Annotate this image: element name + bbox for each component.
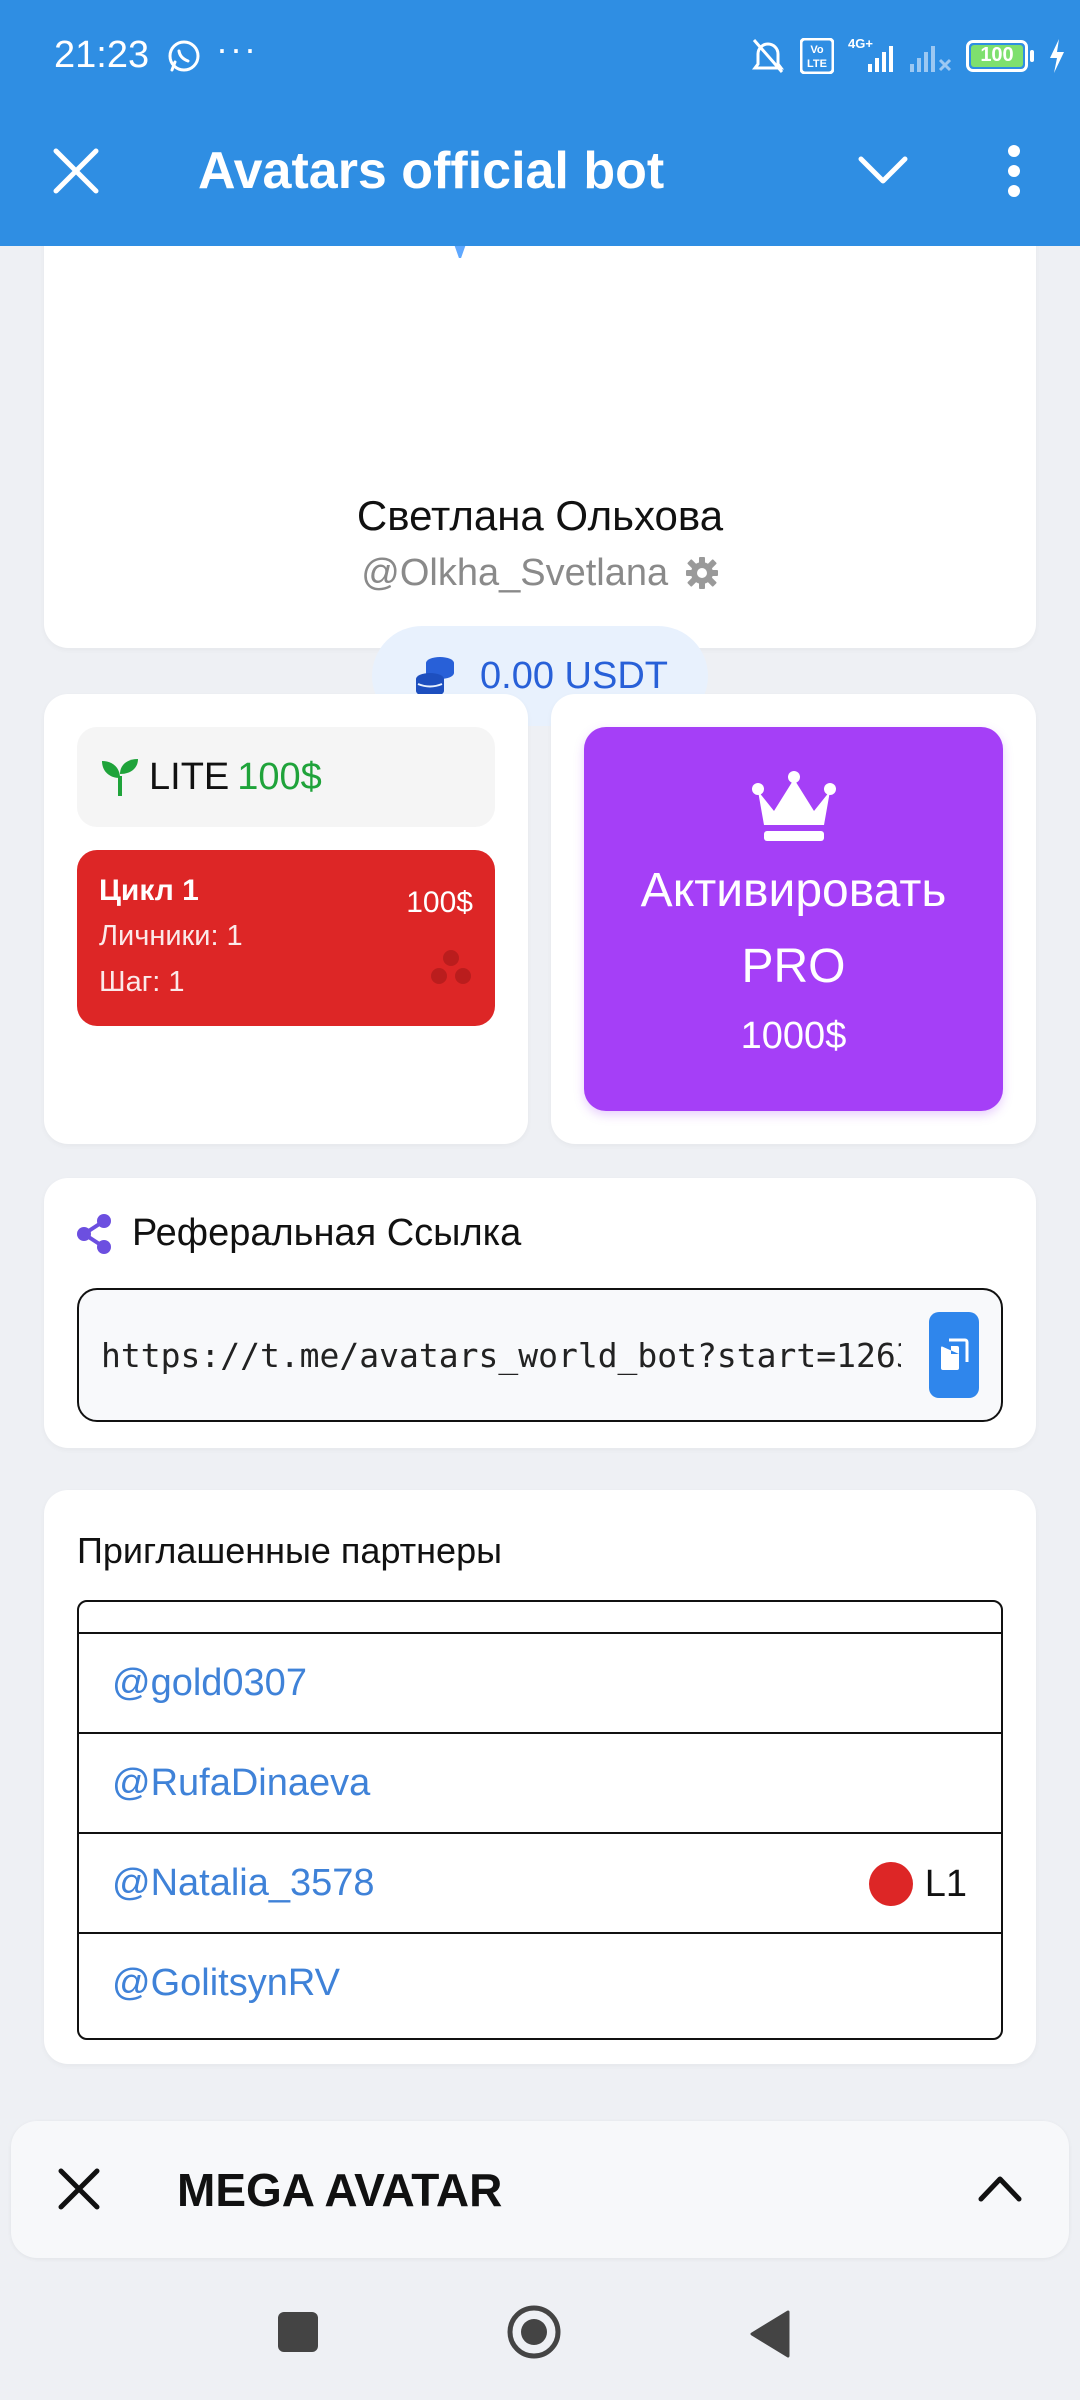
chevron-down-icon[interactable] bbox=[855, 149, 911, 193]
partners-card: Приглашенные партнеры @gold0307 @RufaDin… bbox=[44, 1490, 1036, 2064]
gear-icon[interactable] bbox=[685, 556, 719, 590]
cycle-step: Шаг: 1 bbox=[99, 966, 185, 998]
svg-text:LTE: LTE bbox=[807, 58, 827, 70]
lite-price: 100$ bbox=[237, 755, 322, 798]
battery-level: 100 bbox=[980, 44, 1014, 66]
partners-list[interactable]: @gold0307 @RufaDinaeva @Natalia_3578 L1 … bbox=[77, 1600, 1003, 2040]
whatsapp-icon bbox=[168, 40, 200, 72]
battery-tip bbox=[1030, 50, 1034, 62]
more-vert-icon[interactable] bbox=[1000, 143, 1028, 199]
table-row[interactable]: @RufaDinaeva bbox=[79, 1732, 1001, 1832]
pro-title-line1: Активировать bbox=[640, 864, 947, 917]
referral-link-field[interactable]: https://t.me/avatars_world_bot?start=126… bbox=[77, 1288, 1003, 1422]
balance-amount: 0.00 USDT bbox=[480, 654, 668, 697]
status-icons: Vo LTE 4G+ 100 bbox=[750, 34, 1066, 78]
more-notifications-icon: ··· bbox=[216, 28, 258, 69]
table-row[interactable] bbox=[79, 1602, 1001, 1632]
profile-handle-row: @Olkha_Svetlana bbox=[44, 552, 1036, 595]
chevron-up-icon[interactable] bbox=[977, 2167, 1023, 2207]
table-row[interactable]: @Natalia_3578 L1 bbox=[79, 1832, 1001, 1932]
svg-text:Vo: Vo bbox=[810, 44, 824, 56]
close-icon[interactable] bbox=[55, 2165, 103, 2213]
top-bar: 21:23 ··· Vo LTE 4G+ 100 Avatars officia… bbox=[0, 0, 1080, 246]
team-icon bbox=[431, 950, 471, 984]
partner-level: L1 bbox=[868, 1862, 967, 1906]
profile-card: Светлана Ольхова @Olkha_Svetlana 0.00 US… bbox=[44, 246, 1036, 726]
recents-icon[interactable] bbox=[278, 2312, 318, 2352]
signal-icon: 4G+ bbox=[848, 36, 893, 72]
partner-handle[interactable]: @RufaDinaeva bbox=[112, 1762, 370, 1805]
referral-url[interactable]: https://t.me/avatars_world_bot?start=126… bbox=[101, 1336, 901, 1375]
table-row[interactable]: @GolitsynRV bbox=[79, 1932, 1001, 2032]
referral-card: Реферальная Ссылка https://t.me/avatars_… bbox=[44, 1178, 1036, 1448]
level-status-dot bbox=[868, 1862, 913, 1906]
cycle-personals: Личники: 1 bbox=[99, 920, 243, 952]
mute-icon bbox=[752, 39, 784, 73]
copy-icon bbox=[941, 1338, 969, 1370]
svg-text:4G+: 4G+ bbox=[848, 36, 873, 51]
back-icon[interactable] bbox=[748, 2310, 790, 2358]
profile-name: Светлана Ольхова bbox=[356, 492, 724, 539]
pro-price: 1000$ bbox=[740, 1015, 847, 1057]
app-logo bbox=[454, 246, 466, 258]
share-icon bbox=[77, 1213, 111, 1254]
app-header: Avatars official bot bbox=[0, 115, 1080, 246]
partner-handle[interactable]: @Natalia_3578 bbox=[112, 1862, 375, 1905]
signal-x-icon bbox=[910, 46, 952, 72]
profile-handle: @Olkha_Svetlana bbox=[361, 552, 669, 594]
referral-title: Реферальная Ссылка bbox=[132, 1212, 522, 1254]
cycle-title: Цикл 1 bbox=[99, 874, 199, 907]
webapp-content[interactable]: Светлана Ольхова @Olkha_Svetlana 0.00 US… bbox=[0, 246, 1080, 2102]
table-row[interactable]: @gold0307 bbox=[79, 1632, 1001, 1732]
lite-label: LITE bbox=[149, 755, 230, 798]
mini-app-bar[interactable]: MEGA AVATAR bbox=[11, 2121, 1069, 2258]
partner-level-label: L1 bbox=[924, 1862, 967, 1905]
referral-header: Реферальная Ссылка bbox=[76, 1212, 521, 1255]
status-bar: 21:23 ··· Vo LTE 4G+ 100 bbox=[0, 0, 1080, 115]
lite-card: LITE 100$ Цикл 1 Личники: 1 Шаг: 1 100$ bbox=[44, 694, 528, 1144]
mini-app-title: MEGA AVATAR bbox=[177, 2164, 503, 2216]
volte-icon: Vo LTE bbox=[800, 38, 834, 74]
partner-handle[interactable]: @GolitsynRV bbox=[112, 1962, 340, 2005]
cycle-card[interactable]: Цикл 1 Личники: 1 Шаг: 1 100$ bbox=[77, 850, 495, 1026]
lite-plan-pill: LITE 100$ bbox=[77, 727, 495, 827]
crown-icon bbox=[752, 771, 836, 841]
close-icon[interactable] bbox=[50, 145, 102, 197]
home-icon[interactable] bbox=[506, 2304, 562, 2360]
header-title: Avatars official bot bbox=[198, 142, 665, 200]
system-nav-bar bbox=[0, 2272, 1080, 2400]
battery-icon: 100 bbox=[966, 40, 1028, 72]
pro-title-line2: PRO bbox=[741, 940, 846, 993]
status-time: 21:23 bbox=[54, 34, 150, 76]
sprout-icon bbox=[102, 759, 138, 796]
cycle-price: 100$ bbox=[406, 886, 473, 919]
charging-icon bbox=[1050, 39, 1064, 73]
activate-pro-button[interactable]: Активировать PRO 1000$ bbox=[584, 727, 1003, 1111]
copy-button[interactable] bbox=[929, 1312, 979, 1398]
coins-icon bbox=[416, 657, 455, 697]
partner-handle[interactable]: @gold0307 bbox=[112, 1662, 307, 1705]
pro-card: Активировать PRO 1000$ bbox=[551, 694, 1036, 1144]
partners-title: Приглашенные партнеры bbox=[77, 1530, 502, 1571]
